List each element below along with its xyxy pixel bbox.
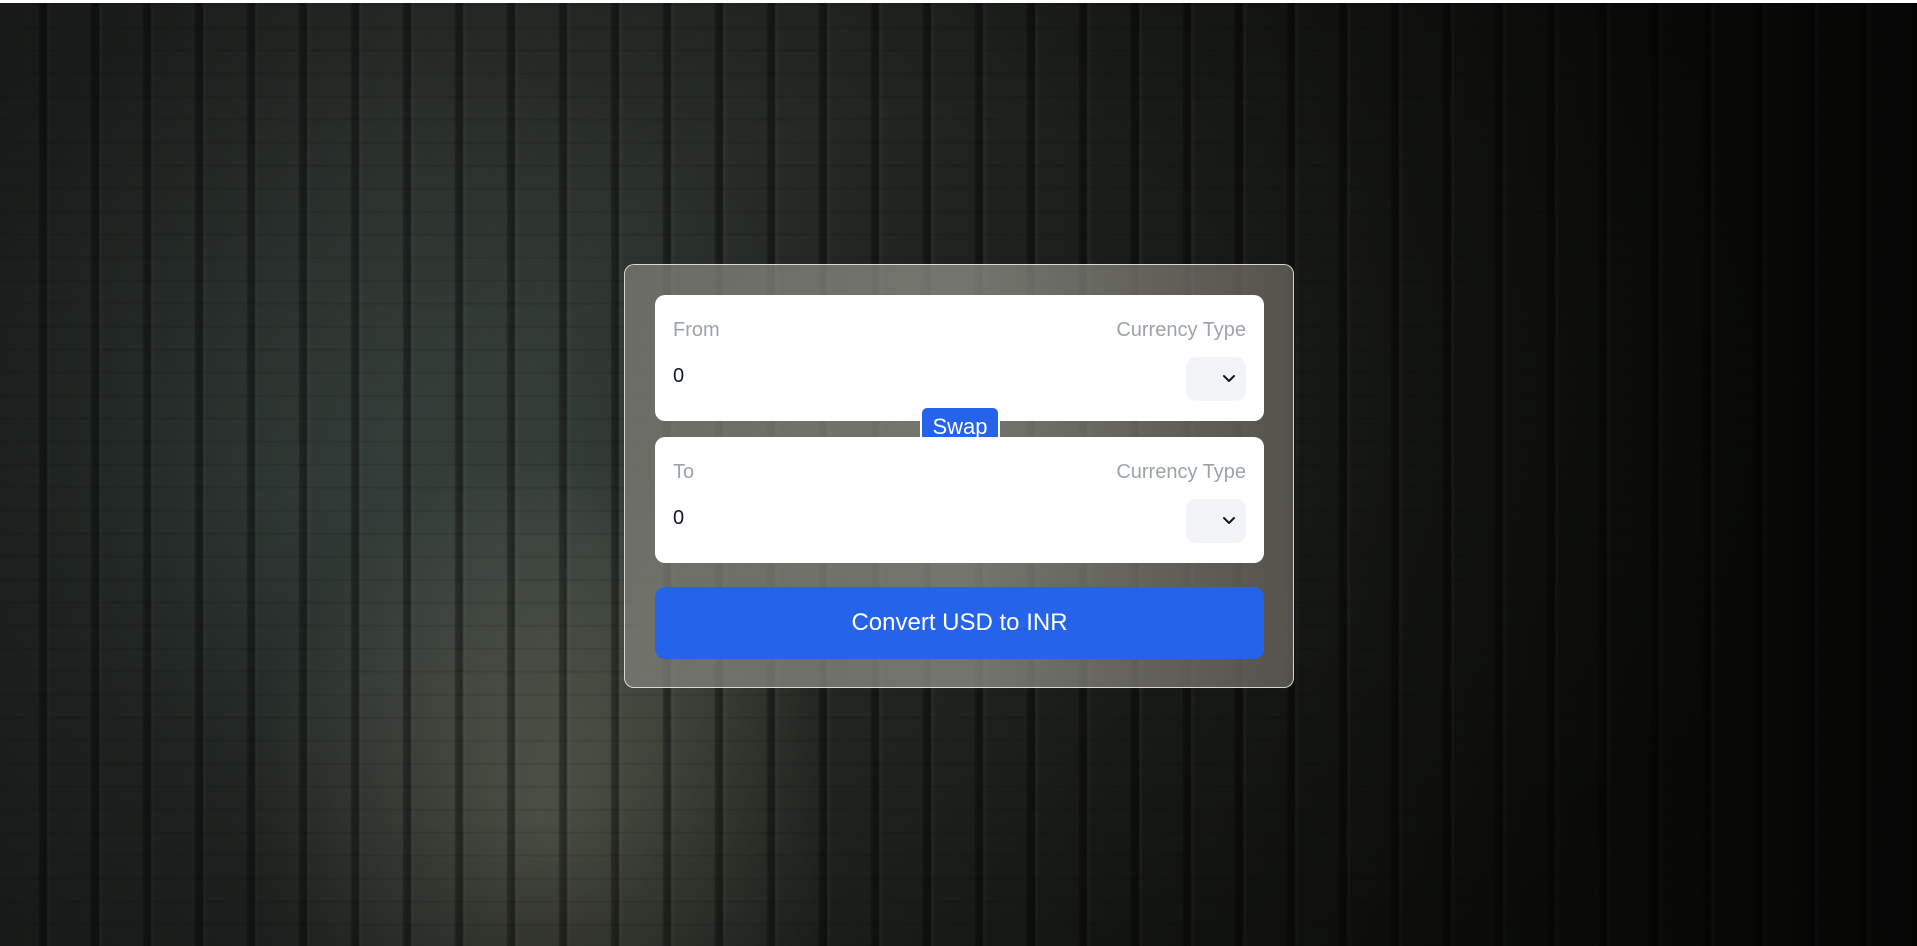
from-label: From xyxy=(673,319,720,341)
currency-converter-card: From Currency Type Swap To Currency Type… xyxy=(624,264,1294,688)
to-label: To xyxy=(673,461,695,483)
to-currency-type-label: Currency Type xyxy=(1116,461,1246,483)
to-currency-select[interactable] xyxy=(1186,499,1246,543)
chevron-down-icon xyxy=(1223,517,1235,524)
from-panel: From Currency Type xyxy=(655,295,1264,421)
to-panel: To Currency Type xyxy=(655,437,1264,563)
from-currency-type-label: Currency Type xyxy=(1116,319,1246,341)
to-amount-input[interactable] xyxy=(673,507,1073,530)
from-currency-select[interactable] xyxy=(1186,357,1246,401)
from-amount-input[interactable] xyxy=(673,365,1073,388)
convert-button[interactable]: Convert USD to INR xyxy=(655,587,1264,659)
chevron-down-icon xyxy=(1223,375,1235,382)
top-border xyxy=(0,0,1917,3)
